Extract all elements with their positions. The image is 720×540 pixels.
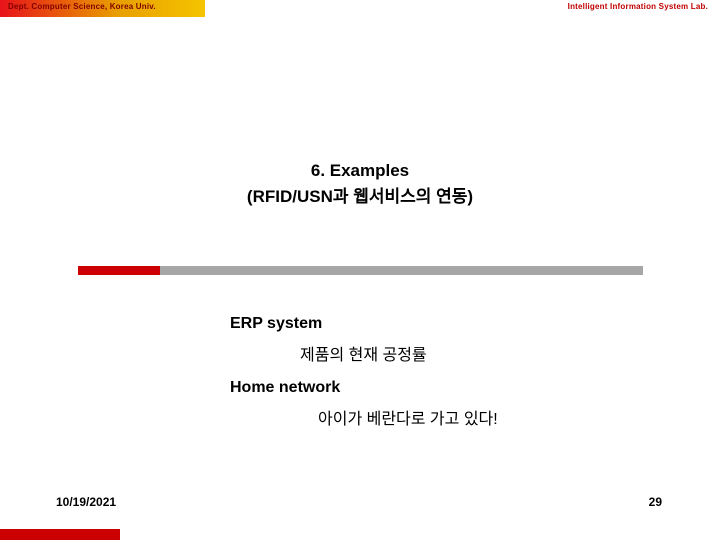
footer-date: 10/19/2021 (56, 495, 117, 509)
separator-gray (160, 266, 643, 275)
footer-bar (0, 529, 720, 540)
header-left-label: Dept. Computer Science, Korea Univ. (8, 2, 156, 11)
slide-title-line-2: (RFID/USN과 웹서비스의 연동) (246, 187, 474, 206)
body-item-2-label: Home network (230, 379, 341, 396)
slide: Dept. Computer Science, Korea Univ. Inte… (0, 0, 720, 540)
body-item-1-label: ERP system (230, 315, 323, 332)
header-bar: Dept. Computer Science, Korea Univ. Inte… (0, 0, 720, 17)
slide-title: 6. Examples (RFID/USN과 웹서비스의 연동) (0, 158, 720, 210)
body-item-1-value: 제품의 현재 공정률 (300, 347, 427, 364)
slide-body: ERP system 제품의 현재 공정률 Home network 아이가 베… (230, 310, 680, 434)
slide-title-line-1: 6. Examples (310, 161, 410, 180)
body-item-2-value: 아이가 베란다로 가고 있다! (318, 411, 498, 428)
footer-bar-red-accent (0, 529, 120, 540)
header-right-label: Intelligent Information System Lab. (567, 2, 708, 11)
separator-red (78, 266, 160, 275)
footer-page-number: 29 (648, 495, 662, 509)
